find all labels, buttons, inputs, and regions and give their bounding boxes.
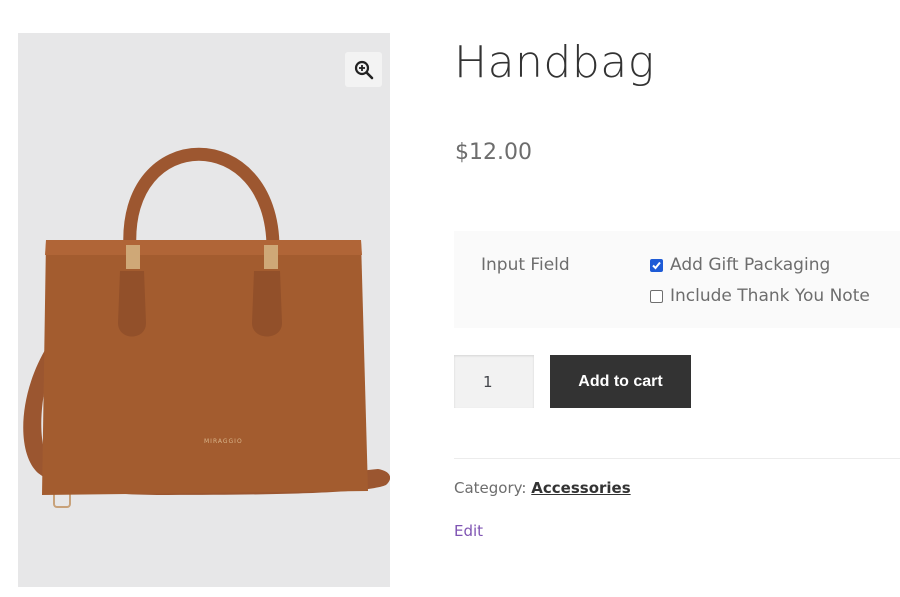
product-image-gallery: MIRAGGIO <box>18 33 390 587</box>
thank-you-note-label: Include Thank You Note <box>670 286 870 306</box>
thank-you-note-option[interactable]: Include Thank You Note <box>650 286 870 306</box>
thank-you-note-checkbox[interactable] <box>650 289 663 303</box>
zoom-button[interactable] <box>345 52 382 87</box>
category-link[interactable]: Accessories <box>531 479 630 497</box>
product-category: Category: Accessories <box>454 479 631 497</box>
edit-link[interactable]: Edit <box>454 522 483 540</box>
handbag-image: MIRAGGIO <box>23 147 390 508</box>
product-title: Handbag <box>454 37 655 88</box>
checkmark-icon <box>652 261 661 269</box>
bag-brand-text: MIRAGGIO <box>204 438 243 445</box>
add-to-cart-button[interactable]: Add to cart <box>550 355 691 408</box>
gift-packaging-label: Add Gift Packaging <box>670 255 831 275</box>
addon-options-box: Input Field Add Gift Packaging Include T… <box>454 231 900 328</box>
quantity-input[interactable] <box>454 355 534 408</box>
divider <box>454 458 900 459</box>
category-label: Category: <box>454 479 527 497</box>
gift-packaging-checkbox[interactable] <box>650 258 663 272</box>
zoom-in-icon <box>354 60 373 79</box>
addon-field-label: Input Field <box>481 255 570 275</box>
product-price: $12.00 <box>455 140 532 165</box>
gift-packaging-option[interactable]: Add Gift Packaging <box>650 255 830 275</box>
